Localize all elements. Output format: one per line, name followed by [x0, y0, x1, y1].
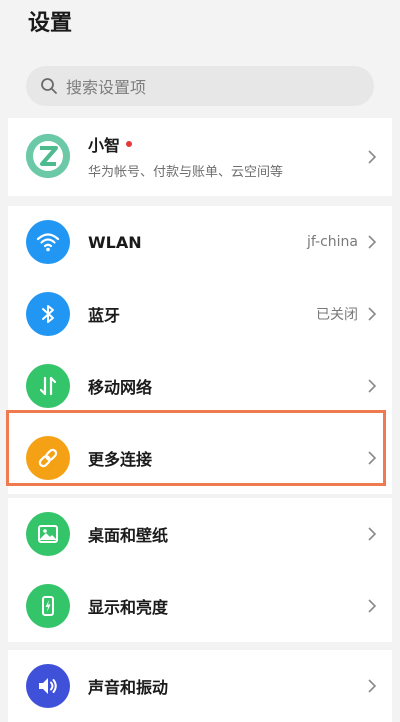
link-icon — [26, 436, 70, 480]
speaker-icon — [26, 664, 70, 708]
wlan-network-name: jf-china — [306, 234, 358, 250]
chevron-right-icon — [368, 599, 377, 613]
page-title: 设置 — [28, 11, 73, 36]
account-name-text: 小智 — [88, 136, 121, 155]
settings-item-mobile-network[interactable]: 移动网络 — [8, 350, 392, 422]
chevron-right-icon — [368, 527, 377, 541]
settings-item-more-connections[interactable]: 更多连接 — [8, 422, 392, 494]
settings-item-label: WLAN — [88, 232, 142, 252]
settings-item-display[interactable]: 显示和亮度 — [8, 570, 392, 642]
account-row[interactable]: 小智 华为帐号、付款与账单、云空间等 — [8, 118, 392, 196]
search-icon — [41, 78, 57, 94]
display-settings-group: 桌面和壁纸 显示和亮度 — [8, 498, 392, 642]
chevron-right-icon — [368, 679, 377, 693]
settings-item-label: 蓝牙 — [88, 306, 121, 325]
chevron-right-icon — [368, 451, 377, 465]
search-input[interactable]: 搜索设置项 — [26, 66, 374, 106]
sound-settings-group: 声音和振动 — [8, 650, 392, 722]
settings-item-label: 桌面和壁纸 — [88, 526, 169, 545]
phone-brightness-icon — [26, 584, 70, 628]
account-name: 小智 — [88, 132, 133, 156]
mobile-data-icon — [26, 364, 70, 408]
settings-item-sound[interactable]: 声音和振动 — [8, 650, 392, 722]
chevron-right-icon — [368, 379, 377, 393]
chevron-right-icon — [368, 235, 377, 249]
avatar — [26, 134, 70, 178]
settings-item-label: 显示和亮度 — [88, 598, 169, 617]
settings-item-bluetooth[interactable]: 蓝牙 已关闭 — [8, 278, 392, 350]
settings-item-wlan[interactable]: WLAN jf-china — [8, 206, 392, 278]
account-subtitle: 华为帐号、付款与账单、云空间等 — [88, 165, 284, 180]
wallpaper-icon — [26, 512, 70, 556]
search-placeholder: 搜索设置项 — [66, 78, 147, 97]
settings-item-label: 更多连接 — [88, 450, 153, 469]
notification-dot — [126, 141, 133, 147]
chevron-right-icon — [368, 150, 377, 164]
settings-item-label: 移动网络 — [88, 378, 153, 397]
settings-item-wallpaper[interactable]: 桌面和壁纸 — [8, 498, 392, 570]
wifi-icon — [26, 220, 70, 264]
network-settings-group: WLAN jf-china 蓝牙 已关闭 移动网络 更多连接 — [8, 206, 392, 494]
bluetooth-icon — [26, 292, 70, 336]
account-card[interactable]: 小智 华为帐号、付款与账单、云空间等 — [8, 118, 392, 196]
bluetooth-status: 已关闭 — [316, 307, 358, 323]
avatar-logo-icon — [26, 134, 70, 178]
chevron-right-icon — [368, 307, 377, 321]
settings-item-label: 声音和振动 — [88, 678, 169, 697]
